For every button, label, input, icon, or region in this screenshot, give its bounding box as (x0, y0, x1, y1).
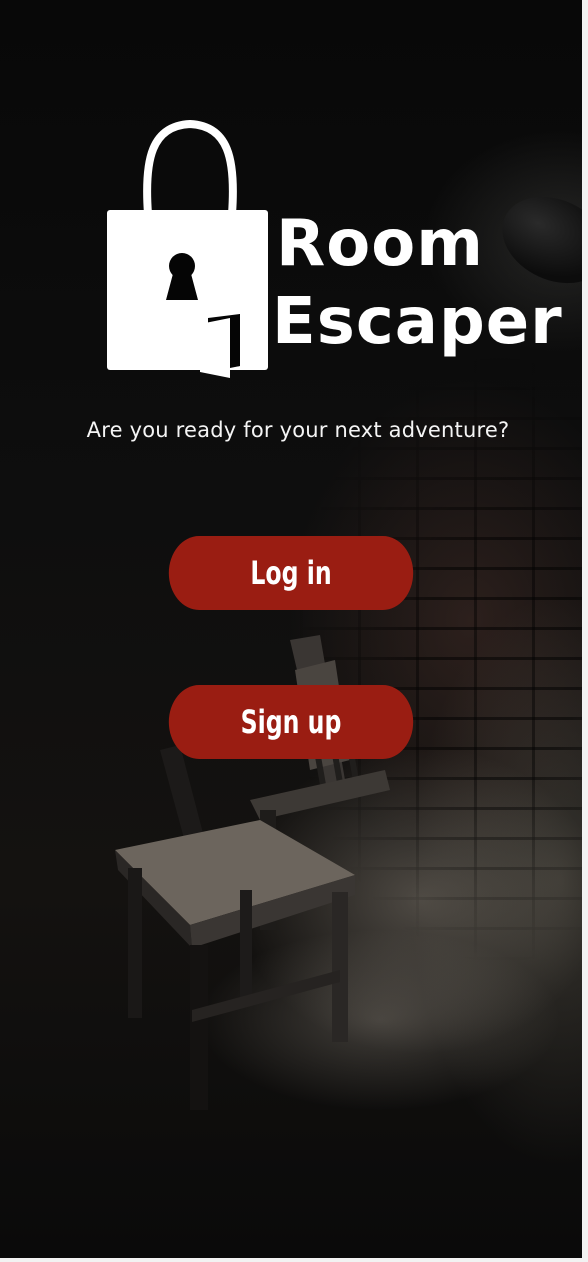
app-logo: Room Escaper (100, 118, 562, 388)
signup-button[interactable]: Sign up (168, 685, 414, 759)
logo-text-line1: Room (276, 207, 484, 281)
logo-text-line2: Escaper (272, 285, 563, 359)
padlock-bag-icon (107, 119, 268, 378)
right-edge-border (582, 0, 588, 1262)
login-button[interactable]: Log in (168, 536, 414, 610)
tagline: Are you ready for your next adventure? (86, 418, 510, 442)
welcome-screen: Room Escaper Are you ready for your next… (0, 0, 588, 1262)
bottom-edge-border (0, 1258, 588, 1262)
